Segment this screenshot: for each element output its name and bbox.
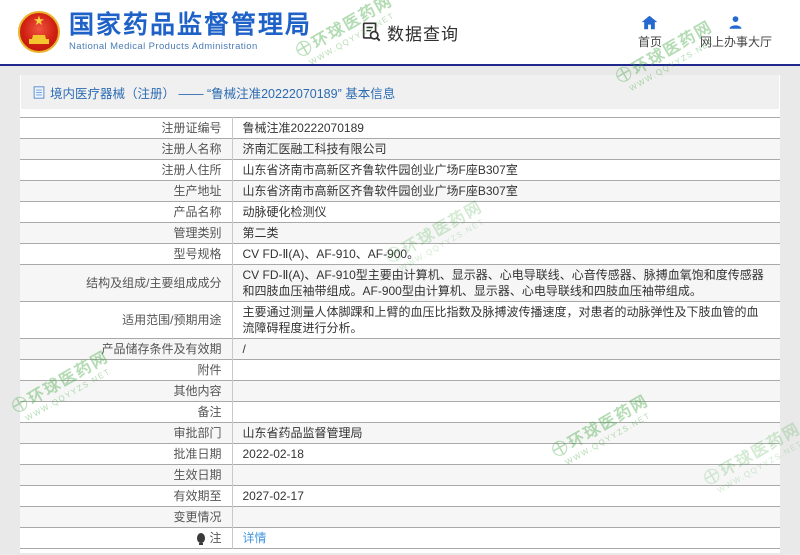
row-value: 动脉硬化检测仪: [232, 201, 780, 223]
breadcrumb: 境内医疗器械（注册） —— “鲁械注准20222070189” 基本信息: [21, 75, 779, 109]
row-label: 附件: [20, 359, 233, 381]
table-row: 其他内容: [20, 380, 780, 402]
table-row: 产品储存条件及有效期 /: [20, 338, 780, 360]
row-label: 产品储存条件及有效期: [20, 338, 233, 360]
row-value: 详情: [232, 527, 780, 549]
table-row: 生产地址 山东省济南市高新区齐鲁软件园创业广场F座B307室: [20, 180, 780, 202]
row-value: 山东省济南市高新区齐鲁软件园创业广场F座B307室: [232, 180, 780, 202]
nav-service-hall-label: 网上办事大厅: [699, 34, 772, 49]
row-value: 鲁械注准20222070189: [232, 117, 780, 139]
table-row: 审批部门 山东省药品监督管理局: [20, 422, 780, 444]
table-row: 批准日期 2022-02-18: [20, 443, 780, 465]
row-label: 注册人名称: [20, 138, 233, 160]
row-label: 其他内容: [20, 380, 233, 402]
table-row: 适用范围/预期用途 主要通过测量人体脚踝和上臂的血压比指数及脉搏波传播速度，对患者…: [20, 301, 780, 339]
table-row: 生效日期: [20, 464, 780, 486]
table-row: 附件: [20, 359, 780, 381]
data-query-label: 数据查询: [387, 24, 460, 44]
table-row: 注详情: [20, 527, 780, 549]
registration-info-table: 注册证编号 鲁械注准20222070189 注册人名称 济南汇医融工科技有限公司 注册人…: [20, 117, 780, 549]
document-icon: [33, 86, 45, 99]
table-row: 型号规格 CV FD-Ⅱ(A)、AF-910、AF-900。: [20, 243, 780, 265]
table-row: 备注: [20, 401, 780, 423]
header-nav: 首页 网上办事大厅: [638, 15, 786, 50]
emblem-gate-icon: [29, 35, 49, 44]
agency-title-block: 国家药品监督管理局 National Medical Products Admi…: [69, 11, 313, 53]
details-link[interactable]: 详情: [243, 531, 267, 545]
emblem-star-icon: ★: [33, 13, 45, 28]
row-value: 2027-02-17: [232, 485, 780, 507]
row-value: [232, 359, 780, 381]
nav-service-hall[interactable]: 网上办事大厅: [700, 15, 772, 50]
row-label: 变更情况: [20, 506, 233, 528]
row-label: 注册人住所: [20, 159, 233, 181]
agency-subtitle: National Medical Products Administration: [69, 41, 258, 52]
row-label: 审批部门: [20, 422, 233, 444]
row-label: 适用范围/预期用途: [20, 301, 233, 339]
table-row: 管理类别 第二类: [20, 222, 780, 244]
table-row: 有效期至 2027-02-17: [20, 485, 780, 507]
row-value: [232, 401, 780, 423]
info-table-body: 注册证编号 鲁械注准20222070189 注册人名称 济南汇医融工科技有限公司 注册人…: [20, 117, 780, 549]
row-label: 注: [20, 527, 233, 549]
data-query-tab[interactable]: 数据查询: [360, 20, 459, 45]
nav-home-label: 首页: [637, 34, 662, 49]
row-label: 产品名称: [20, 201, 233, 223]
row-value: CV FD-Ⅱ(A)、AF-910型主要由计算机、显示器、心电导联线、心音传感器…: [232, 264, 780, 302]
home-icon: [642, 15, 658, 29]
row-value: 第二类: [232, 222, 780, 244]
row-value: 主要通过测量人体脚踝和上臂的血压比指数及脉搏波传播速度，对患者的动脉弹性及下肢血…: [232, 301, 780, 339]
site-header: ★ 国家药品监督管理局 National Medical Products Ad…: [0, 0, 800, 66]
table-row: 结构及组成/主要组成成分 CV FD-Ⅱ(A)、AF-910型主要由计算机、显示器…: [20, 264, 780, 302]
agency-title: 国家药品监督管理局: [69, 11, 313, 39]
row-value: 济南汇医融工科技有限公司: [232, 138, 780, 160]
data-query-icon: [362, 22, 381, 42]
row-value: [232, 464, 780, 486]
nav-home[interactable]: 首页: [638, 15, 662, 50]
table-row: 产品名称 动脉硬化检测仪: [20, 201, 780, 223]
row-label: 型号规格: [20, 243, 233, 265]
table-row: 注册人住所 山东省济南市高新区齐鲁软件园创业广场F座B307室: [20, 159, 780, 181]
row-label: 管理类别: [20, 222, 233, 244]
row-value: [232, 506, 780, 528]
row-value: /: [232, 338, 780, 360]
table-row: 注册人名称 济南汇医融工科技有限公司: [20, 138, 780, 160]
row-value: [232, 380, 780, 402]
content-panel: 境内医疗器械（注册） —— “鲁械注准20222070189” 基本信息 注册证…: [20, 75, 780, 553]
breadcrumb-text: 境内医疗器械（注册） —— “鲁械注准20222070189” 基本信息: [50, 87, 396, 101]
row-label: 结构及组成/主要组成成分: [20, 264, 233, 302]
row-label: 批准日期: [20, 443, 233, 465]
table-row: 变更情况: [20, 506, 780, 528]
row-value: 山东省药品监督管理局: [232, 422, 780, 444]
user-icon: [730, 15, 742, 29]
row-label: 注册证编号: [20, 117, 233, 139]
row-label: 生效日期: [20, 464, 233, 486]
row-label: 有效期至: [20, 485, 233, 507]
row-value: CV FD-Ⅱ(A)、AF-910、AF-900。: [232, 243, 780, 265]
row-value: 山东省济南市高新区齐鲁软件园创业广场F座B307室: [232, 159, 780, 181]
table-row: 注册证编号 鲁械注准20222070189: [20, 117, 780, 139]
row-label: 备注: [20, 401, 233, 423]
note-icon: [197, 533, 206, 545]
row-value: 2022-02-18: [232, 443, 780, 465]
row-label: 生产地址: [20, 180, 233, 202]
national-emblem-logo: ★: [18, 11, 60, 53]
